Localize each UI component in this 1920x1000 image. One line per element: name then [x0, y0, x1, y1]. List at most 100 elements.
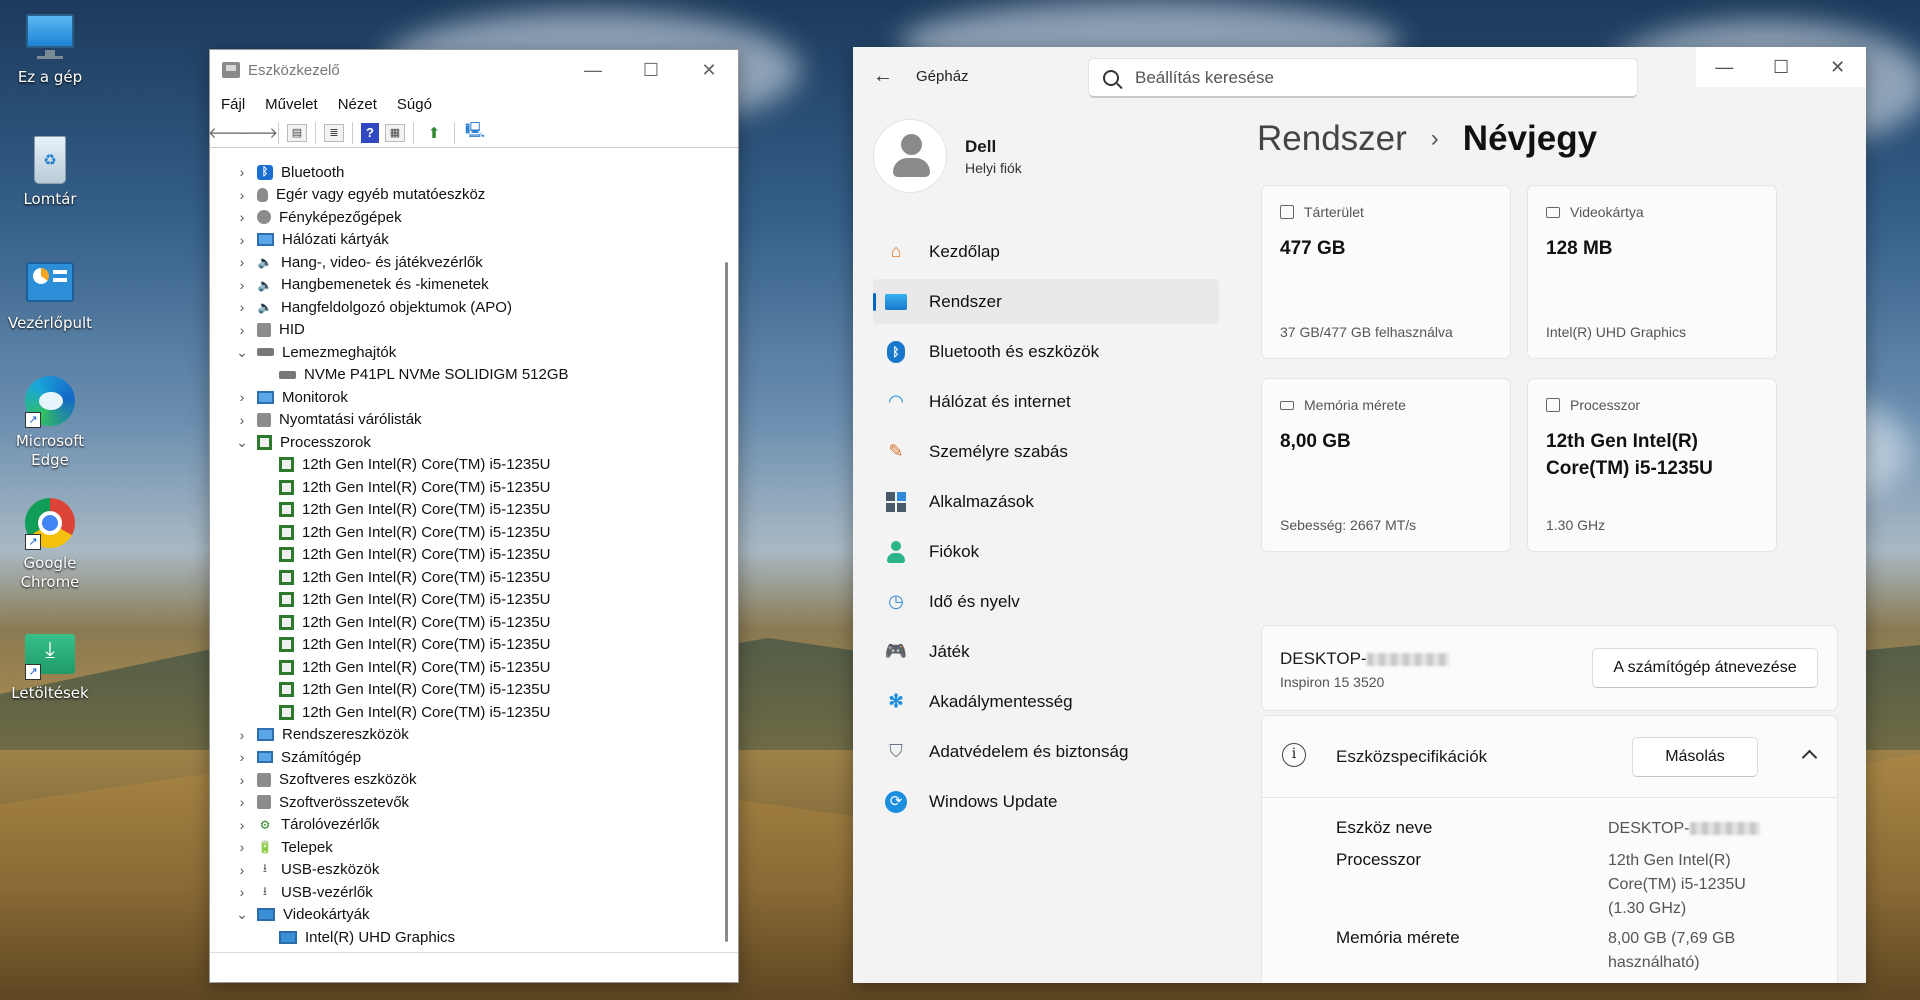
tree-node-mouse[interactable]: › Egér vagy egyéb mutatóeszköz — [213, 184, 721, 207]
nav-item-accounts[interactable]: Fiókok — [873, 529, 1219, 574]
scan-hardware-icon[interactable]: 🖳 — [463, 122, 487, 144]
tree-leaf-cpu[interactable]: 12th Gen Intel(R) Core(TM) i5-1235U — [213, 589, 721, 612]
storage-card[interactable]: Tárterület 477 GB 37 GB/477 GB felhaszná… — [1261, 185, 1511, 359]
nav-item-accessibility[interactable]: ✻ Akadálymentesség — [873, 679, 1219, 724]
tree-leaf-cpu[interactable]: 12th Gen Intel(R) Core(TM) i5-1235U — [213, 499, 721, 522]
copy-button[interactable]: Másolás — [1632, 737, 1758, 777]
chevron-right-icon[interactable]: › — [235, 794, 249, 810]
tree-node-software-devices[interactable]: › Szoftveres eszközök — [213, 769, 721, 792]
tree-node-audio-io[interactable]: › 🔈 Hangbemenetek és -kimenetek — [213, 274, 721, 297]
tree-leaf-cpu[interactable]: 12th Gen Intel(R) Core(TM) i5-1235U — [213, 566, 721, 589]
chevron-right-icon[interactable]: › — [235, 322, 249, 338]
menu-file[interactable]: Fájl — [221, 96, 245, 113]
tree-node-processors[interactable]: ⌄ Processzorok — [213, 431, 721, 454]
chevron-right-icon[interactable]: › — [235, 839, 249, 855]
gpu-card[interactable]: Videokártya 128 MB Intel(R) UHD Graphics — [1527, 185, 1777, 359]
chevron-right-icon[interactable]: › — [235, 412, 249, 428]
chevron-right-icon[interactable]: › — [235, 389, 249, 405]
update-driver-icon[interactable]: ⬆ — [422, 122, 446, 144]
breadcrumb-parent[interactable]: Rendszer — [1257, 119, 1407, 159]
menu-view[interactable]: Nézet — [338, 96, 377, 113]
desktop-icon-this-pc[interactable]: Ez a gép — [8, 10, 92, 87]
nav-item-system[interactable]: Rendszer — [873, 279, 1219, 324]
minimize-button[interactable]: — — [564, 50, 622, 90]
tree-leaf-cpu[interactable]: 12th Gen Intel(R) Core(TM) i5-1235U — [213, 611, 721, 634]
tree-leaf-cpu[interactable]: 12th Gen Intel(R) Core(TM) i5-1235U — [213, 521, 721, 544]
tree-node-print-queues[interactable]: › Nyomtatási várólisták — [213, 409, 721, 432]
back-arrow-icon[interactable]: ← — [873, 65, 893, 88]
chevron-right-icon[interactable]: › — [235, 727, 249, 743]
tree-leaf-cpu[interactable]: 12th Gen Intel(R) Core(TM) i5-1235U — [213, 634, 721, 657]
tree-node-apo[interactable]: › 🔈 Hangfeldolgozó objektumok (APO) — [213, 296, 721, 319]
tree-leaf-cpu[interactable]: 12th Gen Intel(R) Core(TM) i5-1235U — [213, 544, 721, 567]
nav-item-home[interactable]: ⌂ Kezdőlap — [873, 229, 1219, 274]
properties-icon[interactable]: ≣ — [324, 123, 344, 142]
desktop-icon-control-panel[interactable]: Vezérlőpult — [8, 256, 92, 333]
chevron-right-icon[interactable]: › — [235, 772, 249, 788]
desktop-icon-downloads[interactable]: ⤓ ↗ Letöltések — [8, 626, 92, 703]
nav-item-windows-update[interactable]: ⟳ Windows Update — [873, 779, 1219, 824]
chevron-right-icon[interactable]: › — [235, 749, 249, 765]
rename-pc-button[interactable]: A számítógép átnevezése — [1592, 648, 1818, 688]
back-arrow-icon[interactable]: 🡐 — [208, 122, 248, 144]
tree-node-hid[interactable]: › HID — [213, 319, 721, 342]
nav-item-personalization[interactable]: ✎ Személyre szabás — [873, 429, 1219, 474]
tree-node-usb-devices[interactable]: › ⭳ USB-eszközök — [213, 859, 721, 882]
menu-action[interactable]: Művelet — [265, 96, 318, 113]
tree-node-disks[interactable]: ⌄ Lemezmeghajtók — [213, 341, 721, 364]
close-button[interactable]: ✕ — [1809, 47, 1866, 87]
scrollbar[interactable] — [725, 262, 728, 942]
chevron-right-icon[interactable]: › — [235, 232, 249, 248]
desktop-icon-chrome[interactable]: ↗ Google Chrome — [8, 496, 92, 592]
close-button[interactable]: ✕ — [680, 50, 738, 90]
tree-node-network[interactable]: › Hálózati kártyák — [213, 229, 721, 252]
tree-leaf-cpu[interactable]: 12th Gen Intel(R) Core(TM) i5-1235U — [213, 454, 721, 477]
maximize-button[interactable]: ☐ — [1753, 47, 1810, 87]
tree-node-sound[interactable]: › 🔈 Hang-, video- és játékvezérlők — [213, 251, 721, 274]
chevron-right-icon[interactable]: › — [235, 817, 249, 833]
nav-item-network[interactable]: ◠ Hálózat és internet — [873, 379, 1219, 424]
nav-item-time-language[interactable]: ◷ Idő és nyelv — [873, 579, 1219, 624]
tree-node-computer[interactable]: › Számítógép — [213, 746, 721, 769]
tree-node-usb-controllers[interactable]: › ⭳ USB-vezérlők — [213, 881, 721, 904]
forward-arrow-icon[interactable]: 🡒 — [238, 122, 278, 144]
tree-leaf-disk[interactable]: NVMe P41PL NVMe SOLIDIGM 512GB — [213, 364, 721, 387]
chevron-down-icon[interactable]: ⌄ — [235, 906, 249, 923]
chevron-down-icon[interactable]: ⌄ — [235, 344, 249, 361]
action-pane-icon[interactable]: ▦ — [385, 123, 405, 142]
chevron-right-icon[interactable]: › — [235, 884, 249, 900]
tree-node-system-devices[interactable]: › Rendszereszközök — [213, 724, 721, 747]
tree-leaf-cpu[interactable]: 12th Gen Intel(R) Core(TM) i5-1235U — [213, 476, 721, 499]
tree-leaf-cpu[interactable]: 12th Gen Intel(R) Core(TM) i5-1235U — [213, 679, 721, 702]
chevron-down-icon[interactable]: ⌄ — [235, 434, 249, 451]
tree-node-display-adapters[interactable]: ⌄ Videokártyák — [213, 904, 721, 927]
tree-node-cameras[interactable]: › Fényképezőgépek — [213, 206, 721, 229]
menu-help[interactable]: Súgó — [397, 96, 432, 113]
chevron-right-icon[interactable]: › — [235, 299, 249, 315]
chevron-right-icon[interactable]: › — [235, 277, 249, 293]
chevron-right-icon[interactable]: › — [235, 209, 249, 225]
tree-leaf-cpu[interactable]: 12th Gen Intel(R) Core(TM) i5-1235U — [213, 701, 721, 724]
tree-node-bluetooth[interactable]: › ᛒ Bluetooth — [213, 161, 721, 184]
desktop-icon-edge[interactable]: ↗ Microsoft Edge — [8, 374, 92, 470]
tree-node-software-components[interactable]: › Szoftverösszetevők — [213, 791, 721, 814]
processor-card[interactable]: Processzor 12th Gen Intel(R) Core(TM) i5-… — [1527, 378, 1777, 552]
nav-item-privacy[interactable]: ⛉ Adatvédelem és biztonság — [873, 729, 1219, 774]
minimize-button[interactable]: — — [1696, 47, 1753, 87]
show-hide-tree-icon[interactable]: ▤ — [287, 123, 307, 142]
user-profile[interactable]: Dell Helyi fiók — [873, 119, 1022, 193]
tree-leaf-gpu[interactable]: Intel(R) UHD Graphics — [213, 926, 721, 949]
tree-leaf-cpu[interactable]: 12th Gen Intel(R) Core(TM) i5-1235U — [213, 656, 721, 679]
chevron-right-icon[interactable]: › — [235, 187, 249, 203]
settings-search-box[interactable]: Beállítás keresése — [1088, 58, 1638, 98]
nav-item-apps[interactable]: Alkalmazások — [873, 479, 1219, 524]
chevron-right-icon[interactable]: › — [235, 164, 249, 180]
nav-item-bluetooth[interactable]: ᛒ Bluetooth és eszközök — [873, 329, 1219, 374]
tree-node-batteries[interactable]: › 🔋 Telepek — [213, 836, 721, 859]
title-bar[interactable]: ← Gépház Beállítás keresése — ☐ ✕ — [853, 47, 1866, 105]
help-icon[interactable]: ? — [361, 122, 379, 143]
device-specs-header[interactable]: i Eszközspecifikációk Másolás — [1262, 716, 1837, 798]
chevron-up-icon[interactable] — [1801, 749, 1818, 766]
maximize-button[interactable]: ☐ — [622, 50, 680, 90]
desktop-icon-recycle-bin[interactable]: ♻ Lomtár — [8, 132, 92, 209]
